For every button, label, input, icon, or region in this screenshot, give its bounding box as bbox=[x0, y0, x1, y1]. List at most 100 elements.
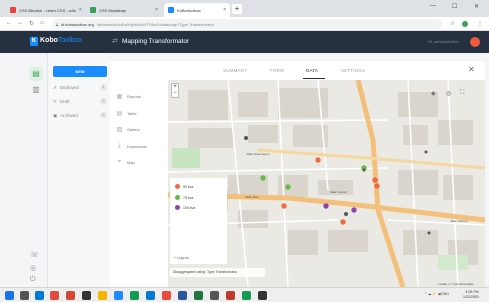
sidebar-item-archived[interactable]: ▣ Archived 0 bbox=[53, 112, 107, 119]
logo-bold: Kobo bbox=[40, 37, 58, 44]
tab-form[interactable]: FORM bbox=[270, 68, 284, 73]
clock[interactable]: 4:03 PM 1/22/2020 bbox=[463, 290, 479, 300]
close-icon[interactable]: ✕ bbox=[468, 65, 475, 74]
tab-data[interactable]: DATA bbox=[306, 68, 318, 73]
app-icon-9[interactable] bbox=[242, 291, 251, 300]
back-icon[interactable]: ← bbox=[6, 20, 12, 26]
locate-icon[interactable]: ◎ bbox=[446, 90, 451, 97]
sidebar-item-deployed[interactable]: ⇗ Deployed 1 bbox=[53, 84, 107, 91]
legend-item-100kva[interactable]: 100 kva bbox=[175, 205, 195, 210]
window-close-icon[interactable]: ✕ bbox=[474, 3, 479, 10]
browser-menu-icon[interactable]: ⋮ bbox=[477, 20, 483, 27]
edge-icon[interactable] bbox=[35, 291, 44, 300]
browser-tab-3[interactable]: KoBo/toolbox × bbox=[164, 3, 230, 17]
avatar[interactable] bbox=[470, 37, 480, 47]
app-icon-7[interactable] bbox=[210, 291, 219, 300]
browser-tab-2[interactable]: CSS Modalbap × bbox=[86, 3, 162, 17]
downloads-icon: ⤓ bbox=[118, 143, 121, 149]
user-name: Hi, administration bbox=[428, 39, 459, 44]
legend-item-50kva[interactable]: 50 kva bbox=[175, 184, 193, 189]
active-tab-indicator bbox=[303, 78, 325, 79]
app-icon-10[interactable] bbox=[258, 291, 267, 300]
count-badge: 1 bbox=[100, 84, 107, 91]
browser-tab-bar: CSS Bbutton - Learn CSS - w3s × CSS Moda… bbox=[0, 0, 489, 17]
view-reports[interactable]: ▦ Reports bbox=[116, 93, 141, 100]
legend-dot bbox=[175, 184, 180, 189]
view-map[interactable]: ⌖ Map bbox=[116, 159, 135, 166]
view-label: Downloads bbox=[127, 144, 147, 149]
legend-item-75kva[interactable]: 75 kva bbox=[175, 195, 193, 200]
tab-close-icon[interactable]: × bbox=[223, 7, 226, 13]
tab-favicon-icon bbox=[10, 7, 16, 13]
view-table[interactable]: ▤ Table bbox=[116, 110, 137, 117]
home-icon[interactable]: ⌂ bbox=[40, 20, 44, 26]
logout-icon[interactable]: ⏻ bbox=[30, 276, 36, 284]
tab-close-icon[interactable]: × bbox=[155, 7, 158, 13]
new-button[interactable]: NEW bbox=[53, 66, 107, 77]
search-icon[interactable] bbox=[20, 291, 29, 300]
browser-tab-label: KoBo/toolbox bbox=[177, 7, 201, 13]
form-tabs: SUMMARY FORM DATA SETTINGS bbox=[110, 63, 485, 79]
logo[interactable]: KoboToolbox bbox=[40, 37, 82, 44]
legend-label: 75 kva bbox=[183, 195, 194, 200]
view-label: Gallery bbox=[127, 127, 140, 132]
app-icon-8[interactable] bbox=[226, 291, 235, 300]
app-icon-2[interactable] bbox=[82, 291, 91, 300]
start-icon[interactable] bbox=[5, 291, 14, 300]
forward-icon[interactable]: → bbox=[17, 20, 23, 26]
excel-icon[interactable] bbox=[194, 291, 203, 300]
table-icon: ▤ bbox=[116, 111, 123, 117]
help-icon[interactable]: ☏ bbox=[30, 251, 39, 259]
map-icon: ⌖ bbox=[117, 159, 122, 165]
view-gallery[interactable]: ▧ Gallery bbox=[116, 126, 140, 133]
logo-mark[interactable]: K bbox=[30, 37, 38, 46]
projects-icon[interactable]: ▤ bbox=[29, 67, 43, 81]
tab-summary[interactable]: SUMMARY bbox=[223, 68, 247, 73]
profile-icon[interactable] bbox=[462, 21, 468, 27]
tab-settings[interactable]: SETTINGS bbox=[341, 68, 365, 73]
sidebar-item-label: Draft bbox=[59, 99, 70, 104]
url-input[interactable]: 🔒︎ kf.kobotoolbox.org/#/forms/aKnbEwXhjM… bbox=[52, 19, 442, 29]
legend-toggle[interactable]: + Legend bbox=[174, 256, 189, 260]
map-legend bbox=[170, 178, 227, 264]
sidebar-item-label: Deployed bbox=[59, 85, 79, 90]
app-icon-1[interactable] bbox=[50, 291, 59, 300]
view-label: Map bbox=[127, 160, 135, 165]
minimize-icon[interactable]: — bbox=[430, 3, 436, 9]
app-icon-5[interactable] bbox=[146, 291, 155, 300]
lock-icon: 🔒︎ bbox=[56, 21, 59, 27]
word-icon[interactable] bbox=[178, 291, 187, 300]
new-tab-icon[interactable]: + bbox=[232, 4, 242, 14]
chrome-icon[interactable] bbox=[98, 291, 107, 300]
street-label: Jalan Kenari bbox=[330, 190, 347, 194]
system-tray[interactable]: ⌃ ☁ ⚡ ◀ ENG bbox=[424, 292, 449, 296]
reports-icon: ▦ bbox=[116, 94, 123, 100]
app-icon-4[interactable] bbox=[130, 291, 139, 300]
tab-favicon-icon bbox=[168, 7, 174, 13]
bookmark-star-icon[interactable]: ☆ bbox=[450, 20, 455, 27]
maximize-icon[interactable]: ☐ bbox=[452, 3, 457, 10]
library-icon[interactable]: ▥ bbox=[29, 83, 43, 97]
reload-icon[interactable]: ↻ bbox=[29, 20, 34, 27]
settings-icon[interactable]: ◎ bbox=[30, 264, 36, 272]
app-icon-6[interactable] bbox=[162, 291, 171, 300]
count-badge: 0 bbox=[100, 112, 107, 119]
browser-tab-1[interactable]: CSS Bbutton - Learn CSS - w3s × bbox=[6, 3, 84, 17]
fullscreen-icon[interactable]: ⛶ bbox=[460, 90, 464, 97]
legend-dot bbox=[175, 195, 180, 200]
app-icon-3[interactable] bbox=[114, 291, 123, 300]
zoom-control[interactable]: + − bbox=[171, 83, 179, 98]
browser-tab-label: CSS Bbutton - Learn CSS - w3s bbox=[19, 7, 76, 13]
map-attribution[interactable]: Leaflet | © OpenStreetMap bbox=[438, 282, 474, 286]
clock-date: 1/22/2020 bbox=[463, 295, 479, 299]
os-taskbar: ⌃ ☁ ⚡ ◀ ENG 4:03 PM 1/22/2020 bbox=[0, 287, 489, 302]
legend-dot bbox=[175, 205, 180, 210]
tab-close-icon[interactable]: × bbox=[79, 7, 82, 13]
logo-thin: Toolbox bbox=[57, 37, 83, 44]
view-downloads[interactable]: ⤓ Downloads bbox=[116, 143, 147, 150]
layers-icon[interactable]: ◈ bbox=[431, 90, 436, 97]
view-label: Table bbox=[127, 111, 137, 116]
sidebar-item-draft[interactable]: ✎ Draft 0 bbox=[53, 98, 107, 105]
gmail-icon[interactable] bbox=[66, 291, 75, 300]
address-bar-row: ← → ↻ ⌂ 🔒︎ kf.kobotoolbox.org/#/forms/aK… bbox=[0, 17, 489, 31]
